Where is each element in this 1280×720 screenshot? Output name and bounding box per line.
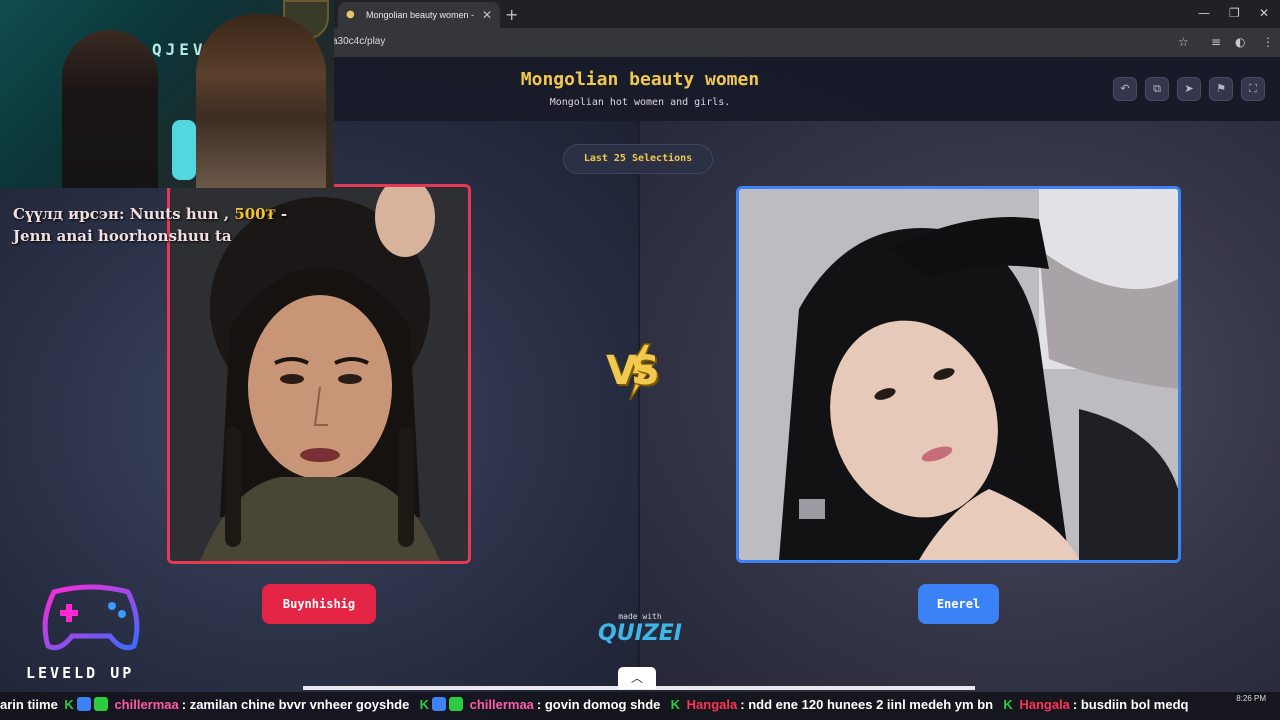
kick-icon: K: [1003, 697, 1013, 712]
new-tab-button[interactable]: +: [505, 5, 518, 24]
chat-username: Hangala: [686, 697, 738, 712]
streamer-left: [62, 30, 158, 188]
share-button[interactable]: ⧉: [1145, 77, 1169, 101]
send-button[interactable]: ➤: [1177, 77, 1201, 101]
versus-badge: VS: [606, 342, 672, 402]
right-choice-image[interactable]: [736, 186, 1181, 563]
expand-panel-button[interactable]: ︿: [618, 667, 656, 689]
taskbar-clock: 8:26 PM: [1236, 694, 1266, 703]
choose-right-button[interactable]: Enerel: [918, 584, 999, 624]
flag-icon: ⚑: [1216, 82, 1226, 95]
close-window-icon[interactable]: ✕: [1259, 6, 1269, 20]
bookmark-star-icon[interactable]: ☆: [1178, 35, 1189, 49]
close-tab-icon[interactable]: ✕: [482, 8, 492, 22]
badge-icon: [76, 697, 91, 711]
chat-message: : busdiin bol medq: [1072, 697, 1189, 712]
quizei-logo: QUIZEI: [598, 621, 682, 646]
made-with-badge[interactable]: made with QUIZEI: [598, 612, 682, 647]
chevron-up-icon: ︿: [630, 671, 643, 685]
kick-icon: K: [64, 697, 74, 712]
badge-icon: [431, 697, 446, 711]
chat-username: Hangala: [1019, 697, 1070, 712]
fullscreen-button[interactable]: ⛶: [1241, 77, 1265, 101]
chat-ticker-content: arin tiime K chillermaa: zamilan chine b…: [0, 697, 1191, 712]
chat-username: chillermaa: [114, 697, 179, 712]
alert-amount: 500₮: [234, 205, 276, 223]
minimize-icon[interactable]: —: [1198, 6, 1210, 20]
microphone: [172, 120, 196, 180]
webcam-overlay: QJEV: [0, 0, 334, 188]
tab-title: Mongolian beauty women - Ti: [366, 10, 476, 20]
profile-icon[interactable]: ◐: [1235, 35, 1245, 49]
browser-tab[interactable]: ● Mongolian beauty women - Ti ✕: [338, 2, 500, 28]
kick-icon: K: [670, 697, 681, 712]
fullscreen-icon: ⛶: [1249, 82, 1257, 95]
vs-text: VS: [606, 348, 660, 394]
gamepad-logo-icon: [42, 584, 140, 651]
chat-ticker: arin tiime K chillermaa: zamilan chine b…: [0, 692, 1280, 720]
alert-prefix: Сүүлд ирсэн: Nuuts hun ,: [13, 205, 230, 223]
undo-icon: ↶: [1120, 82, 1130, 95]
last-selections-button[interactable]: Last 25 Selections: [563, 144, 713, 174]
neon-sign: QJEV: [152, 40, 207, 59]
kick-icon: K: [419, 697, 429, 712]
send-icon: ➤: [1184, 82, 1194, 95]
chat-message: : govin domog shde: [536, 697, 661, 712]
leveldup-text: LEVELD UP: [26, 664, 135, 682]
address-field[interactable]: a30c4c/play: [332, 36, 385, 47]
media-control-icon[interactable]: ≡: [1211, 35, 1221, 49]
made-with-label: made with: [618, 612, 662, 621]
undo-button[interactable]: ↶: [1113, 77, 1137, 101]
chat-message: : ndd ene 120 hunees 2 iinl medeh ym bn: [740, 697, 994, 712]
chat-username: chillermaa: [469, 697, 534, 712]
alert-suffix: -: [280, 205, 288, 223]
restore-icon[interactable]: ❐: [1229, 6, 1240, 20]
chat-message: arin tiime: [0, 697, 58, 712]
streamer-right: [196, 14, 326, 188]
alert-message: Jenn anai hoorhonshuu ta: [13, 227, 232, 245]
choose-left-button[interactable]: Buynhishig: [262, 584, 376, 624]
badge-icon: [93, 697, 108, 711]
share-icon: ⧉: [1153, 82, 1161, 95]
right-portrait-illustration: [739, 189, 1178, 560]
favicon-icon: ●: [346, 9, 355, 20]
chat-message: : zamilan chine bvvr vnheer goyshde: [181, 697, 410, 712]
badge-icon: [448, 697, 463, 711]
report-button[interactable]: ⚑: [1209, 77, 1233, 101]
donation-alert: Сүүлд ирсэн: Nuuts hun , 500₮ - Jenn ana…: [13, 203, 313, 247]
menu-kebab-icon[interactable]: ⋮: [1262, 35, 1274, 49]
